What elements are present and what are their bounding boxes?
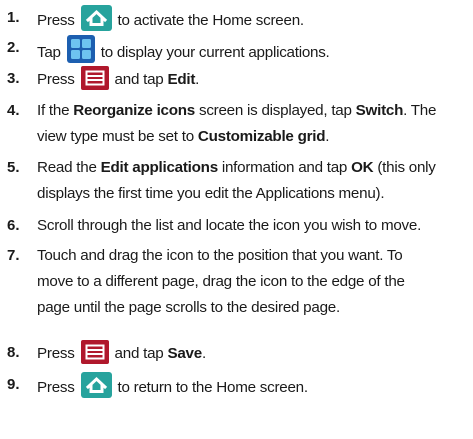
step-text-end: . xyxy=(195,71,200,88)
step-line-2: move to a different page, drag the icon … xyxy=(37,273,405,290)
step-number: 3. xyxy=(7,70,20,87)
ok-label: OK xyxy=(351,159,374,176)
step-text-pre: Press xyxy=(37,345,75,362)
text: Read the xyxy=(37,159,101,176)
step-text: Press to activate the Home screen. xyxy=(37,5,467,34)
text: . The xyxy=(403,102,437,119)
step-line-1: Touch and drag the icon to the position … xyxy=(37,247,403,264)
text: information and tap xyxy=(217,159,352,176)
step-text-pre: Tap xyxy=(37,44,61,61)
step-text-pre: Press xyxy=(37,379,75,396)
menu-key-icon xyxy=(80,340,109,364)
edit-label: Edit xyxy=(167,71,196,88)
step-number: 9. xyxy=(7,376,20,393)
step-line-1: Scroll through the list and locate the i… xyxy=(37,217,422,234)
customizable-grid-label: Customizable grid xyxy=(197,128,326,145)
step-text-mid: and tap xyxy=(114,71,164,88)
menu-key-icon xyxy=(80,66,109,90)
step-line-3: page until the page scrolls to the desir… xyxy=(37,299,340,316)
step-text-post: to activate the Home screen. xyxy=(117,12,305,29)
step-text: Tap to display your current applications… xyxy=(37,35,467,66)
step-line-2: view type must be set to Customizable gr… xyxy=(37,124,467,150)
step-text: Read the Edit applications information a… xyxy=(37,155,467,207)
step-text-post: to return to the Home screen. xyxy=(117,379,309,396)
text: view type must be set to xyxy=(37,128,198,145)
step-text: Scroll through the list and locate the i… xyxy=(37,213,467,239)
step-number: 1. xyxy=(7,9,20,26)
home-key-icon xyxy=(80,372,112,398)
text: . xyxy=(325,128,330,145)
step-text: If the Reorganize icons screen is displa… xyxy=(37,98,467,150)
step-text-pre: Press xyxy=(37,12,75,29)
step-text: Press and tap Edit. xyxy=(37,66,467,93)
step-text-mid: and tap xyxy=(114,345,164,362)
step-line-1: Read the Edit applications information a… xyxy=(37,155,467,181)
step-text-end: . xyxy=(201,345,206,362)
switch-label: Switch xyxy=(355,102,404,119)
step-text-pre: Press xyxy=(37,71,75,88)
edit-applications-label: Edit applications xyxy=(100,159,219,176)
save-label: Save xyxy=(167,345,202,362)
step-number: 4. xyxy=(7,102,20,119)
applications-icon xyxy=(66,35,95,63)
text: (this only xyxy=(373,159,436,176)
home-key-icon xyxy=(80,5,112,31)
instruction-steps: 1. Press to activate the Home screen. 2.… xyxy=(0,0,473,439)
step-number: 6. xyxy=(7,217,20,234)
step-text: Press to return to the Home screen. xyxy=(37,372,467,401)
step-text-post: to display your current applications. xyxy=(100,44,330,61)
step-text: Touch and drag the icon to the position … xyxy=(37,243,467,321)
text: If the xyxy=(37,102,74,119)
step-number: 2. xyxy=(7,39,20,56)
step-number: 8. xyxy=(7,344,20,361)
step-number: 5. xyxy=(7,159,20,176)
text: screen is displayed, tap xyxy=(195,102,356,119)
reorganize-icons-label: Reorganize icons xyxy=(73,102,195,119)
text: displays the first time you edit the App… xyxy=(37,185,385,202)
step-number: 7. xyxy=(7,247,20,264)
step-line-1: If the Reorganize icons screen is displa… xyxy=(37,98,467,124)
step-text: Press and tap Save. xyxy=(37,340,467,367)
step-line-2: displays the first time you edit the App… xyxy=(37,181,467,207)
